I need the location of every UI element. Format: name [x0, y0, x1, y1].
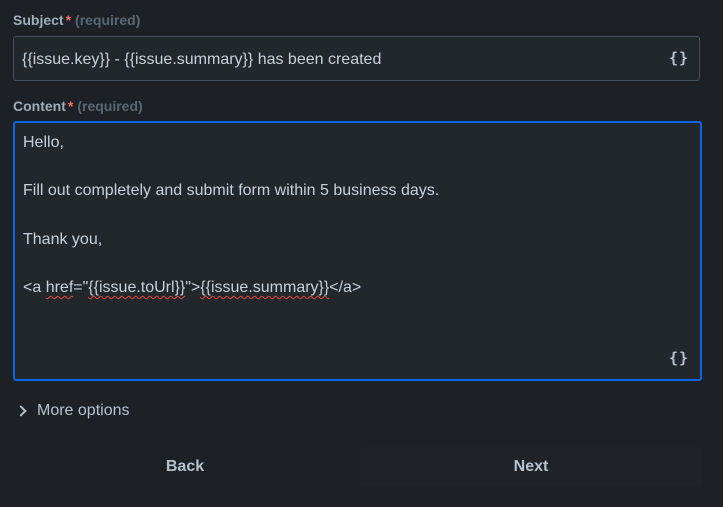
- more-options-label: More options: [37, 402, 130, 419]
- required-hint: (required): [75, 12, 141, 28]
- subject-label-text: Subject: [13, 12, 64, 28]
- link-eq: =": [73, 279, 89, 296]
- link-close-tag: </a>: [329, 279, 362, 296]
- link-mid: ">: [185, 279, 201, 296]
- content-label: Content * (required): [13, 98, 143, 114]
- required-hint: (required): [77, 98, 143, 114]
- link-text: {{issue.summary}}: [200, 279, 330, 296]
- subject-input[interactable]: {{issue.key}} - {{issue.summary}} has be…: [13, 36, 700, 81]
- chevron-right-icon: [15, 405, 27, 417]
- more-options-toggle[interactable]: More options: [15, 402, 130, 420]
- content-label-text: Content: [13, 98, 66, 114]
- content-line-greeting: Hello,: [23, 134, 64, 151]
- content-line-signoff: Thank you,: [23, 231, 103, 248]
- subject-label: Subject * (required): [13, 12, 140, 28]
- content-line-link: <a href="{{issue.toUrl}}">{{issue.summar…: [23, 279, 361, 297]
- next-button[interactable]: Next: [360, 447, 702, 486]
- link-url: {{issue.toUrl}}: [88, 279, 186, 296]
- required-asterisk: *: [65, 12, 72, 28]
- required-asterisk: *: [67, 98, 74, 114]
- insert-smart-value-icon[interactable]: {}: [669, 49, 689, 67]
- subject-input-value[interactable]: {{issue.key}} - {{issue.summary}} has be…: [22, 51, 381, 69]
- content-line-body: Fill out completely and submit form with…: [23, 182, 440, 199]
- content-textarea[interactable]: Hello, Fill out completely and submit fo…: [13, 121, 702, 381]
- back-button[interactable]: Back: [13, 447, 357, 486]
- insert-smart-value-icon[interactable]: {}: [669, 349, 689, 367]
- email-template-form: Subject * (required) {{issue.key}} - {{iss…: [0, 0, 723, 507]
- link-href-attr: href: [45, 279, 74, 296]
- link-open-tag: <a: [23, 279, 46, 296]
